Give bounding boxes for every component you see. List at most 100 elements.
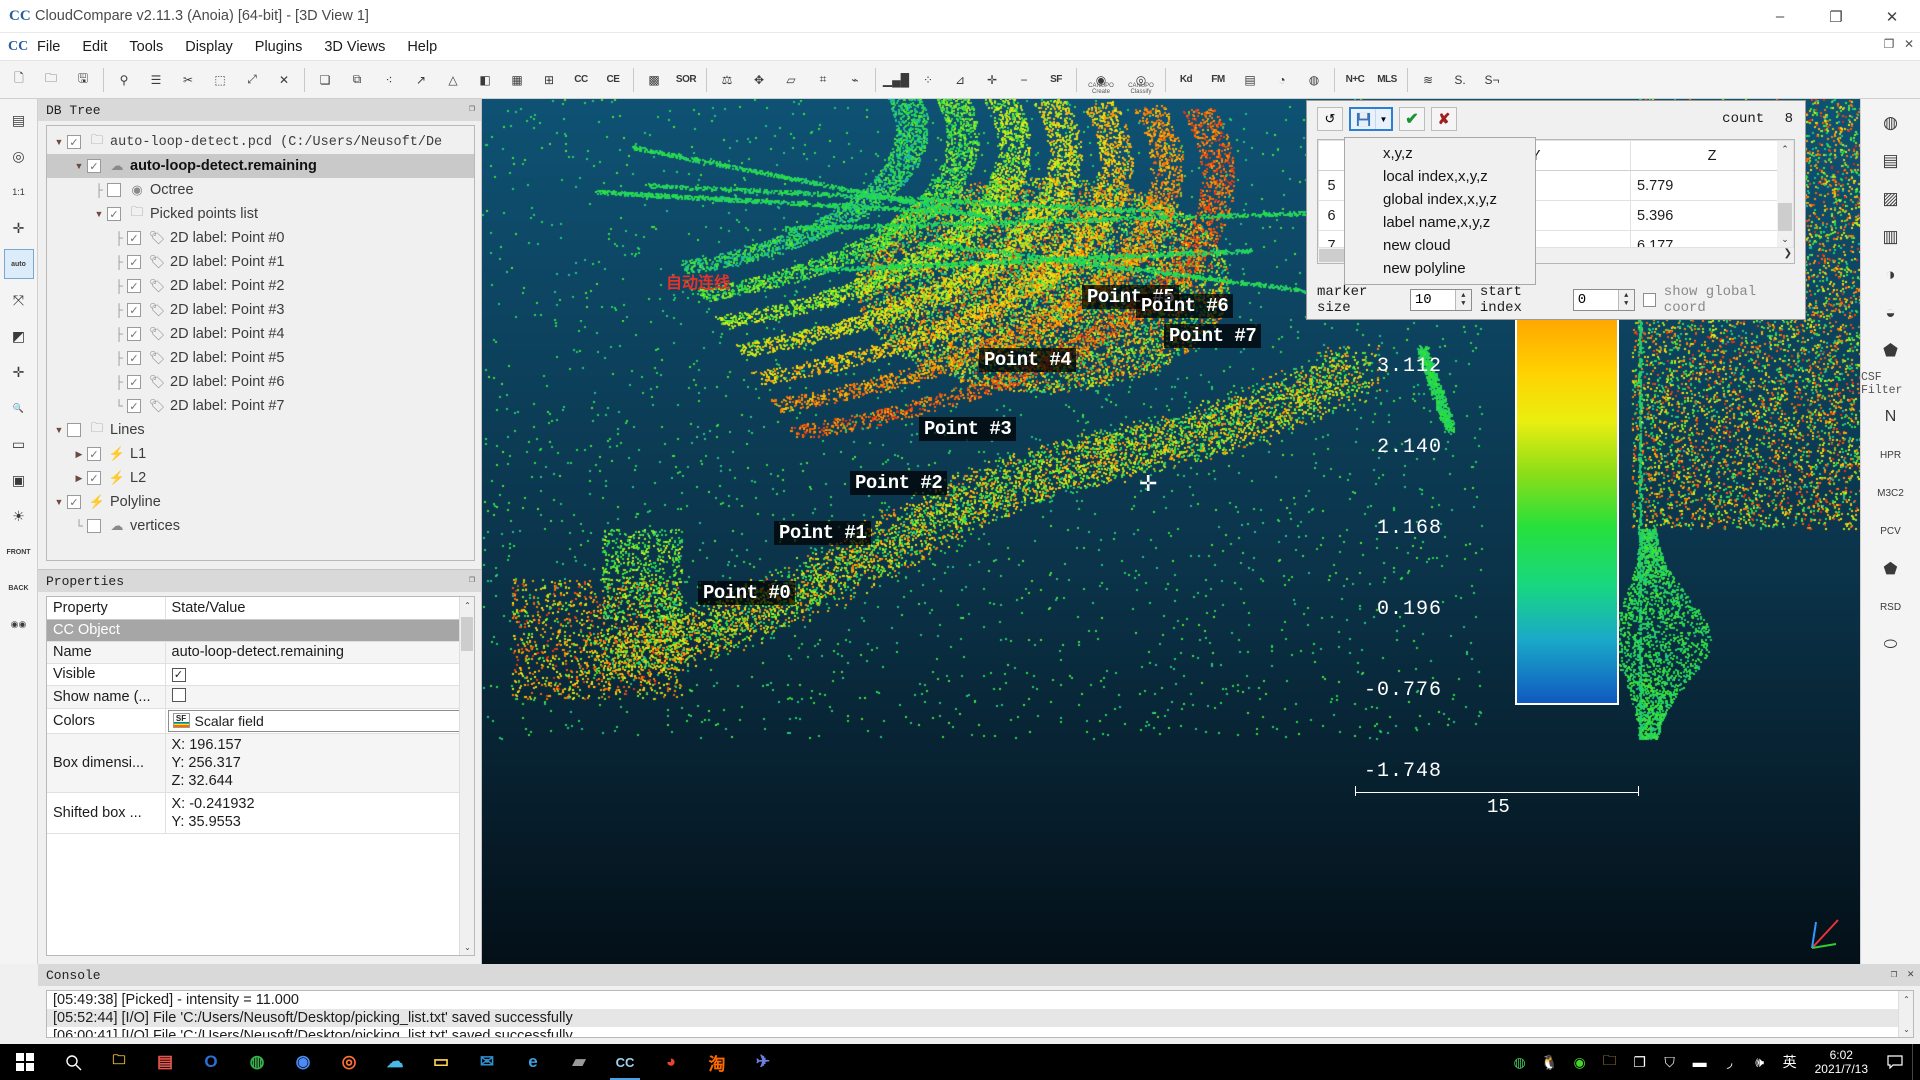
tree-item-checkbox[interactable]: ✓: [87, 447, 101, 461]
tree-item-checkbox[interactable]: ✓: [87, 159, 101, 173]
menu-display[interactable]: Display: [174, 36, 244, 58]
ime-icon[interactable]: 英: [1775, 1044, 1805, 1080]
tree-item-checkbox[interactable]: ✓: [127, 351, 141, 365]
chart-icon[interactable]: ▨: [1871, 181, 1911, 217]
start-index-spin-buttons[interactable]: ▲ ▼: [1618, 290, 1634, 310]
mls-icon[interactable]: MLS: [1372, 65, 1402, 95]
clip-icon[interactable]: ◩: [4, 321, 34, 351]
properties-scrollbar[interactable]: ⌃ ⌄: [459, 597, 474, 955]
segment-tool-icon[interactable]: ▤: [1235, 65, 1265, 95]
maximize-button[interactable]: ❐: [1808, 0, 1864, 33]
cloud-app-icon[interactable]: ☁: [372, 1044, 418, 1080]
view-top-icon[interactable]: ▤: [4, 105, 34, 135]
db-tree-item[interactable]: ├ ◉ Octree: [47, 178, 474, 202]
db-tree-item[interactable]: ├ ✓ 🏷 2D label: Point #6: [47, 370, 474, 394]
battery-icon[interactable]: ▬: [1685, 1044, 1715, 1080]
db-tree-item[interactable]: ▶ ✓ ⚡ L2: [47, 466, 474, 490]
db-tree-item[interactable]: ▼ ✓ 🗀 auto-loop-detect.pcd (C:/Users/Neusof…: [47, 130, 474, 154]
firefox-icon[interactable]: ◎: [326, 1044, 372, 1080]
tree-item-checkbox[interactable]: ✓: [127, 255, 141, 269]
tree-item-checkbox[interactable]: [107, 183, 121, 197]
qm3c2-icon[interactable]: S¬: [1477, 65, 1507, 95]
marker-size-spin-buttons[interactable]: ▲ ▼: [1455, 290, 1471, 310]
ccl-icon[interactable]: ▤: [1871, 143, 1911, 179]
show-desktop-button[interactable]: [1912, 1044, 1920, 1080]
camera-icon[interactable]: ◎: [4, 141, 34, 171]
db-tree-item[interactable]: ├ ✓ 🏷 2D label: Point #2: [47, 274, 474, 298]
poisson-icon[interactable]: ≋: [1413, 65, 1443, 95]
notes-icon[interactable]: ▭: [418, 1044, 464, 1080]
dropdown-item[interactable]: local index,x,y,z: [1345, 165, 1535, 188]
db-tree-item[interactable]: └ ☁ vertices: [47, 514, 474, 538]
align-icon[interactable]: ⚖: [712, 65, 742, 95]
db-tree-item[interactable]: ├ ✓ 🏷 2D label: Point #5: [47, 346, 474, 370]
point-pick-icon[interactable]: ✛: [4, 357, 34, 387]
outlook-icon[interactable]: O: [188, 1044, 234, 1080]
table-hscroll-right-icon[interactable]: ❯: [1784, 248, 1792, 259]
file-explorer-icon[interactable]: 🗀: [96, 1044, 142, 1080]
db-tree-item[interactable]: ▼ ✓ ⚡ Polyline: [47, 490, 474, 514]
back-view-icon[interactable]: BACK: [4, 573, 34, 603]
chrome-icon[interactable]: ◉: [280, 1044, 326, 1080]
tree-item-checkbox[interactable]: ✓: [107, 207, 121, 221]
cancel-button[interactable]: ✘: [1431, 107, 1457, 131]
section-icon[interactable]: ▭: [4, 429, 34, 459]
db-tree-item[interactable]: ▶ ✓ ⚡ L1: [47, 442, 474, 466]
magnifier-icon[interactable]: 🔍: [4, 393, 34, 423]
menu-help[interactable]: Help: [396, 36, 448, 58]
db-tree-item[interactable]: ├ ✓ 🏷 2D label: Point #4: [47, 322, 474, 346]
db-tree-item[interactable]: ▼ ✓ ☁ auto-loop-detect.remaining: [47, 154, 474, 178]
save-icon[interactable]: 🖫: [68, 65, 98, 95]
tree-item-checkbox[interactable]: ✓: [67, 135, 81, 149]
ssao-icon[interactable]: ◒: [1871, 295, 1911, 331]
tree-item-checkbox[interactable]: ✓: [127, 327, 141, 341]
pcv-icon[interactable]: PCV: [1871, 513, 1911, 549]
terminal-icon[interactable]: ▰: [556, 1044, 602, 1080]
console-scrollbar[interactable]: ⌃ ⌄: [1898, 991, 1913, 1037]
dropdown-item[interactable]: new polyline: [1345, 257, 1535, 280]
minimize-button[interactable]: –: [1752, 0, 1808, 33]
kd-tree-icon[interactable]: Kd: [1171, 65, 1201, 95]
tree-expand-arrow-icon[interactable]: ▼: [51, 497, 67, 507]
task-view-icon[interactable]: ❐: [1625, 1044, 1655, 1080]
db-tree-item[interactable]: ├ ✓ 🏷 2D label: Point #3: [47, 298, 474, 322]
properties-scroll-thumb[interactable]: [461, 617, 473, 651]
start-button[interactable]: [0, 1044, 50, 1080]
db-tree-item[interactable]: ├ ✓ 🏷 2D label: Point #1: [47, 250, 474, 274]
stats-icon[interactable]: ⊿: [945, 65, 975, 95]
start-index-input[interactable]: [1574, 290, 1618, 310]
segment-icon[interactable]: ✂: [173, 65, 203, 95]
color-icon[interactable]: ◧: [470, 65, 500, 95]
point-picking-icon[interactable]: ⚲: [109, 65, 139, 95]
dropdown-item[interactable]: label name,x,y,z: [1345, 211, 1535, 234]
table-vertical-scrollbar[interactable]: ⌃ ⌄: [1777, 141, 1793, 247]
properties-float-icon[interactable]: ❐: [469, 574, 475, 586]
mdi-close-button[interactable]: ✕: [1902, 37, 1916, 51]
crop-icon[interactable]: ⬚: [205, 65, 235, 95]
mesh-icon[interactable]: △: [438, 65, 468, 95]
dropdown-item[interactable]: x,y,z: [1345, 142, 1535, 165]
qsra-icon[interactable]: S.: [1445, 65, 1475, 95]
mdi-restore-button[interactable]: ❐: [1882, 37, 1896, 51]
tree-expand-arrow-icon[interactable]: ▼: [71, 161, 87, 171]
hpr-icon[interactable]: HPR: [1871, 437, 1911, 473]
clone-icon[interactable]: ❏: [310, 65, 340, 95]
translate-icon[interactable]: ⤢: [237, 65, 267, 95]
razer-icon[interactable]: ◉: [1565, 1044, 1595, 1080]
point-label[interactable]: Point #0: [698, 581, 795, 605]
normal-vector-icon[interactable]: N: [1871, 399, 1911, 435]
register-icon[interactable]: ✥: [744, 65, 774, 95]
m3c2-icon[interactable]: M3C2: [1871, 475, 1911, 511]
zoom-1-1-icon[interactable]: 1:1: [4, 177, 34, 207]
notification-center-icon[interactable]: [1878, 1044, 1912, 1080]
tree-expand-arrow-icon[interactable]: ▼: [51, 425, 67, 435]
tree-expand-arrow-icon[interactable]: ▶: [71, 473, 87, 484]
show-global-coord-checkbox[interactable]: [1643, 293, 1656, 307]
tree-item-checkbox[interactable]: ✓: [127, 303, 141, 317]
property-checkbox-cell[interactable]: ✓: [165, 663, 474, 685]
table-scroll-up-icon[interactable]: ⌃: [1777, 141, 1793, 157]
console-output[interactable]: [05:49:38] [Picked] - intensity = 11.000…: [46, 990, 1914, 1038]
menu-tools[interactable]: Tools: [118, 36, 174, 58]
new-icon[interactable]: 🗋: [4, 65, 34, 95]
tree-expand-arrow-icon[interactable]: ▶: [71, 449, 87, 460]
